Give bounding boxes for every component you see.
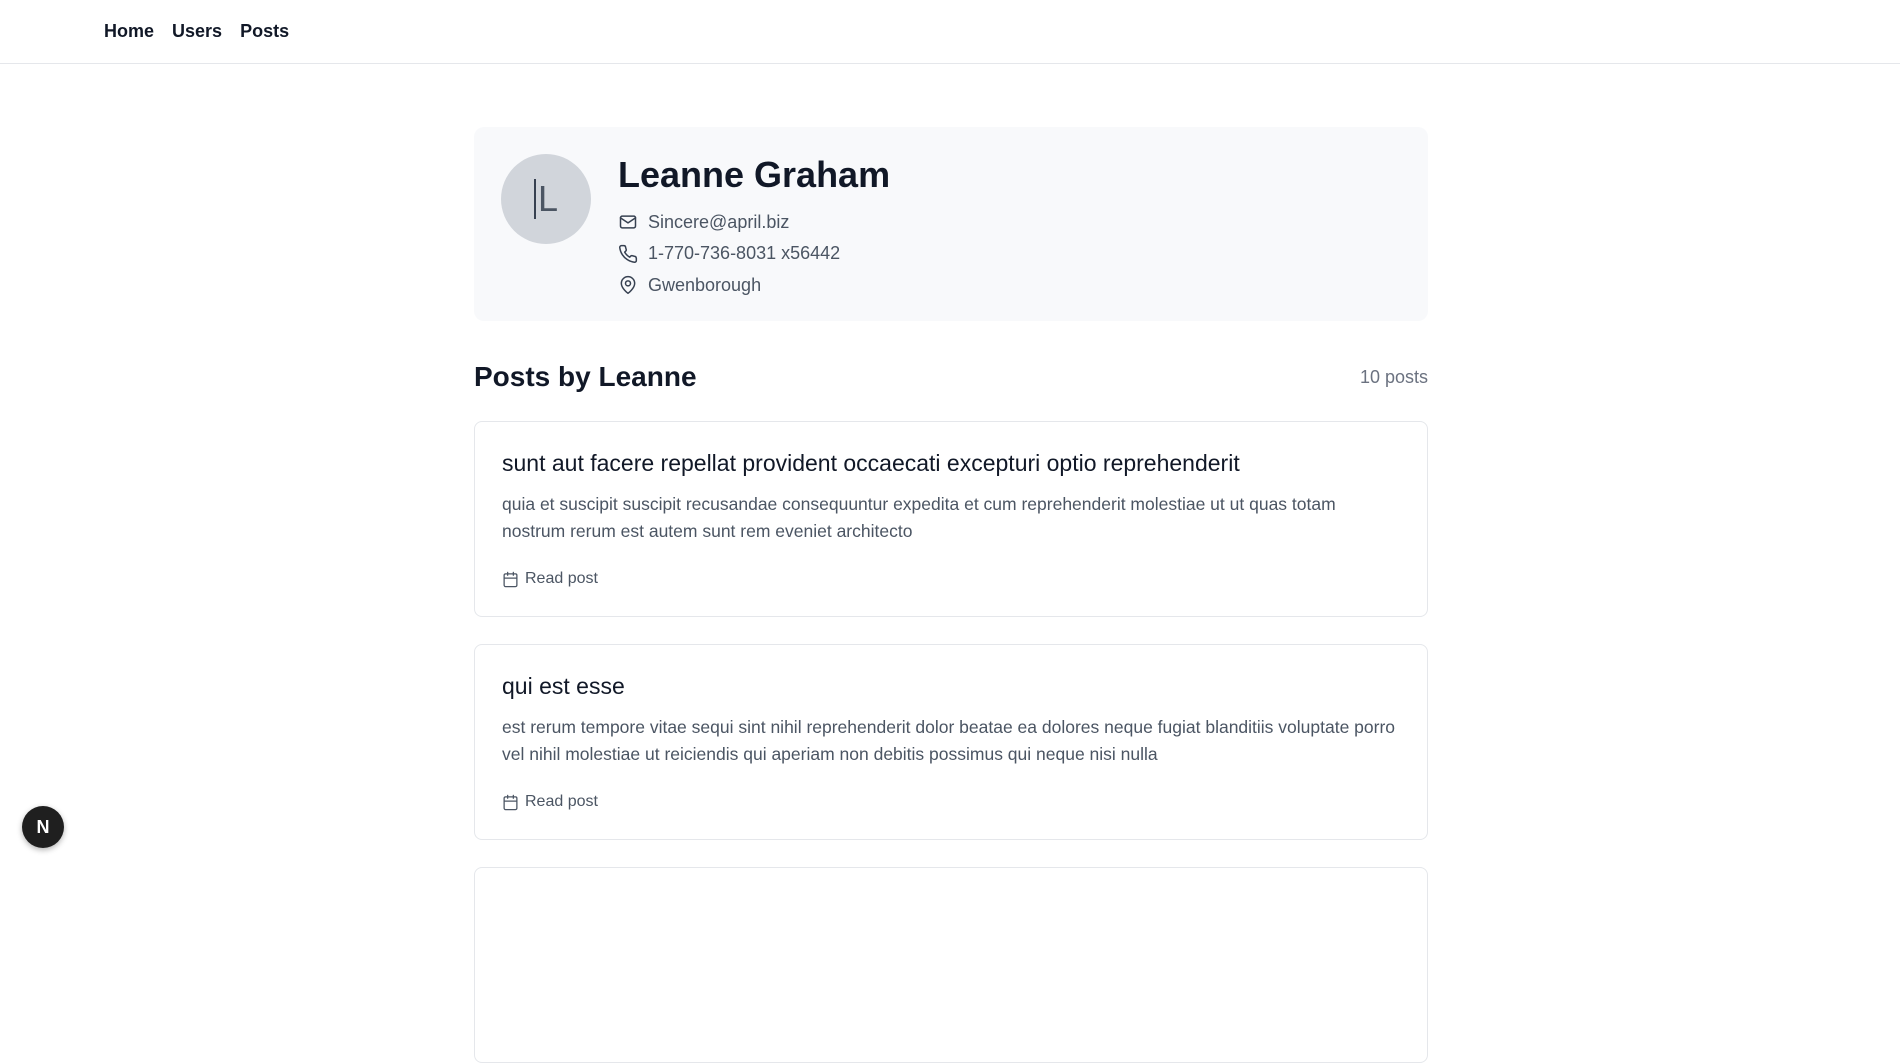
nav-home-link[interactable]: Home: [104, 21, 154, 42]
nav-posts-link[interactable]: Posts: [240, 21, 289, 42]
post-card-partial[interactable]: [474, 867, 1428, 1063]
avatar-initial: L: [537, 178, 559, 219]
mail-icon: [619, 215, 637, 229]
text-caret: [533, 179, 536, 219]
profile-phone: 1-770-736-8031 x56442: [648, 243, 841, 264]
profile-city: Gwenborough: [648, 274, 762, 295]
profile-info: Leanne Graham Sincere@april.biz 1-770-73…: [618, 155, 890, 301]
post-card[interactable]: sunt aut facere repellat provident occae…: [474, 421, 1428, 617]
nextjs-logo-icon: N: [36, 816, 50, 837]
profile-email: Sincere@april.biz: [648, 211, 790, 232]
post-body: est rerum tempore vitae sequi sint nihil…: [502, 717, 1396, 764]
posts-section-title: Posts by Leanne: [474, 361, 697, 392]
post-title[interactable]: qui est esse: [502, 673, 1400, 700]
map-pin-icon: [620, 276, 636, 295]
profile-card: L Leanne Graham Sincere@april.biz 1-770-…: [474, 127, 1428, 321]
location-row: Gwenborough: [618, 270, 890, 302]
post-card[interactable]: qui est esse est rerum tempore vitae seq…: [474, 644, 1428, 840]
read-post-label[interactable]: Read post: [525, 570, 598, 588]
read-post-link[interactable]: Read post: [502, 570, 598, 588]
read-post-label[interactable]: Read post: [525, 793, 598, 811]
post-body: quia et suscipit suscipit recusandae con…: [502, 494, 1336, 541]
read-post-link[interactable]: Read post: [502, 793, 598, 811]
posts-count: 10 posts: [1359, 366, 1428, 387]
email-row: Sincere@april.biz: [618, 207, 890, 239]
top-nav: Home Users Posts: [0, 0, 1900, 64]
nav-users-link[interactable]: Users: [172, 21, 222, 42]
nextjs-dev-tools-button[interactable]: N: [22, 806, 64, 848]
post-title[interactable]: sunt aut facere repellat provident occae…: [502, 450, 1400, 477]
profile-name: Leanne Graham: [618, 154, 891, 195]
phone-icon: [619, 244, 638, 263]
phone-row: 1-770-736-8031 x56442: [618, 238, 890, 270]
posts-header: Posts by Leanne 10 posts: [474, 359, 1428, 395]
avatar: L: [501, 154, 591, 244]
calendar-icon: [503, 571, 518, 587]
calendar-icon: [503, 794, 518, 810]
main-content: L Leanne Graham Sincere@april.biz 1-770-…: [474, 127, 1428, 1063]
